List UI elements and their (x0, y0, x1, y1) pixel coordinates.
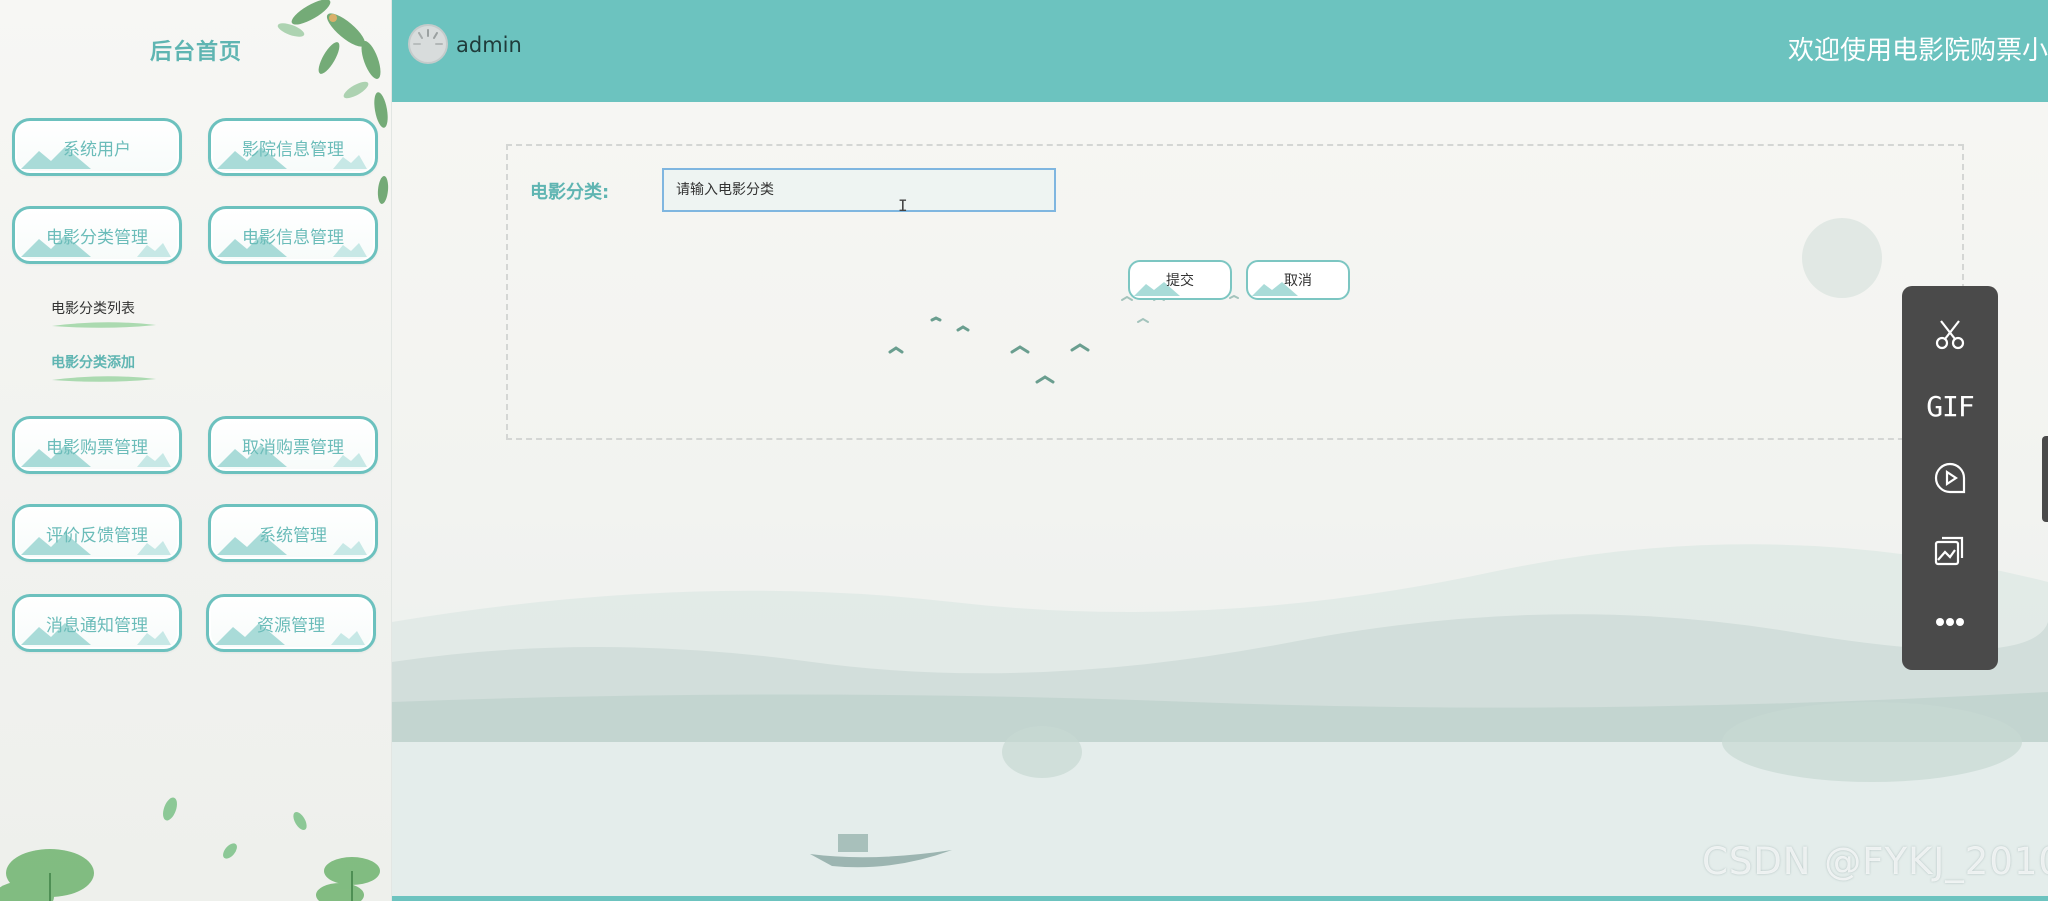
mountain-icon (331, 631, 365, 645)
scissors-tool[interactable] (1902, 304, 1998, 364)
menu-label: 资源管理 (257, 615, 325, 636)
cancel-label: 取消 (1284, 273, 1312, 289)
menu-cinema-info-button[interactable]: 影院信息管理 (208, 118, 378, 176)
lotus-decoration (0, 797, 380, 901)
cancel-button[interactable]: 取消 (1246, 260, 1350, 300)
menu-system-users-button[interactable]: 系统用户 (12, 118, 182, 176)
submit-label: 提交 (1166, 273, 1194, 289)
menu-label: 消息通知管理 (46, 615, 148, 636)
text-cursor-icon: I (898, 196, 908, 215)
screenshot-toolbar: GIF (1902, 286, 1998, 670)
avatar[interactable] (408, 24, 448, 64)
welcome-text: 欢迎使用电影院购票小程 (1788, 36, 2048, 66)
menu-label: 取消购票管理 (242, 437, 344, 458)
menu-feedback-button[interactable]: 评价反馈管理 (12, 504, 182, 562)
menu-resources-button[interactable]: 资源管理 (206, 594, 376, 652)
menu-label: 系统用户 (63, 139, 131, 160)
menu-label: 系统管理 (259, 525, 327, 546)
submenu-category-list[interactable]: 电影分类列表 (30, 298, 170, 338)
submenu-category-add[interactable]: 电影分类添加 (30, 352, 170, 392)
gif-icon: GIF (1926, 389, 1975, 423)
category-input[interactable] (662, 168, 1056, 212)
menu-system-settings-button[interactable]: 系统管理 (208, 504, 378, 562)
category-form-panel: 电影分类: I 提交 取消 (506, 144, 1964, 440)
mountain-icon (333, 541, 367, 555)
brush-stroke-icon (52, 376, 156, 382)
image-tool[interactable] (1902, 520, 1998, 580)
brush-stroke-icon (52, 322, 156, 328)
username[interactable]: admin (456, 33, 522, 57)
sidebar-title[interactable]: 后台首页 (0, 34, 391, 66)
category-field-label: 电影分类: (530, 182, 610, 203)
sidebar: 后台首页 系统用户 影院信息管理 电影分类管理 电影信息管理 电影分类列表 电影… (0, 0, 392, 901)
menu-movie-category-button[interactable]: 电影分类管理 (12, 206, 182, 264)
top-header: admin 欢迎使用电影院购票小程 (392, 0, 2048, 102)
watermark-text: CSDN @FYKJ_2010 (1702, 840, 2048, 883)
submit-button[interactable]: 提交 (1128, 260, 1232, 300)
menu-movie-info-button[interactable]: 电影信息管理 (208, 206, 378, 264)
menu-label: 评价反馈管理 (46, 525, 148, 546)
bottom-accent-line (392, 896, 2048, 901)
submenu-label: 电影分类添加 (51, 355, 135, 371)
menu-label: 电影信息管理 (242, 227, 344, 248)
gif-tool[interactable]: GIF (1902, 376, 1998, 436)
loading-spinner-icon (413, 29, 443, 45)
record-tool[interactable] (1902, 448, 1998, 508)
menu-notifications-button[interactable]: 消息通知管理 (12, 594, 182, 652)
menu-label: 电影购票管理 (46, 437, 148, 458)
more-tool[interactable] (1902, 592, 1998, 652)
record-icon (1934, 462, 1966, 494)
submenu-label: 电影分类列表 (51, 301, 135, 317)
more-icon (1936, 618, 1964, 626)
image-icon (1934, 536, 1964, 566)
main-content: 电影分类: I 提交 取消 (392, 102, 2048, 901)
menu-label: 电影分类管理 (46, 227, 148, 248)
scissors-icon (1935, 320, 1965, 350)
menu-label: 影院信息管理 (242, 139, 344, 160)
menu-cancel-ticket-button[interactable]: 取消购票管理 (208, 416, 378, 474)
menu-ticket-purchase-button[interactable]: 电影购票管理 (12, 416, 182, 474)
side-drawer-handle[interactable] (2042, 436, 2048, 522)
